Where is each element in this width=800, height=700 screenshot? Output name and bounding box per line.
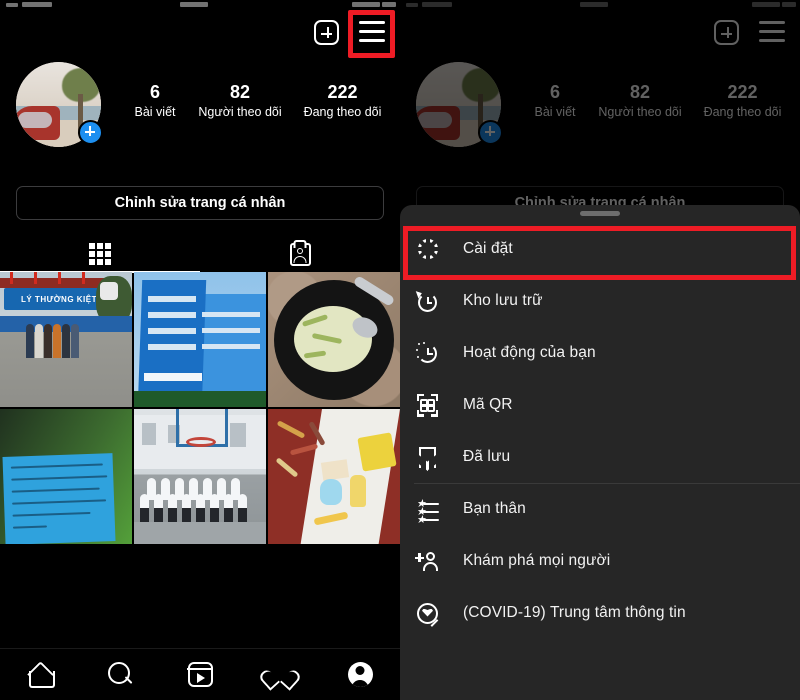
gear-icon <box>414 235 441 263</box>
bookmark-icon <box>414 444 441 471</box>
heart-icon <box>257 663 303 691</box>
photo-row <box>0 409 400 544</box>
archive-clock-icon <box>414 288 441 315</box>
photo-thumbnail[interactable] <box>268 409 400 544</box>
menu-item-label: Cài đặt <box>463 240 513 257</box>
photo-thumbnail[interactable] <box>134 272 266 407</box>
reels-icon <box>187 662 213 687</box>
nav-reels[interactable] <box>160 649 240 700</box>
home-icon <box>28 663 55 688</box>
discover-people-icon <box>414 548 441 575</box>
photo-thumbnail[interactable] <box>134 409 266 544</box>
menu-item-label: Mã QR <box>463 396 513 413</box>
profile-icon <box>347 662 373 687</box>
stat-posts-value: 6 <box>149 82 160 102</box>
menu-item-your-activity[interactable]: Hoạt động của bạn <box>400 327 800 379</box>
settings-bottom-sheet: Cài đặt Kho lưu trữ Hoạt động của bạn Mã… <box>400 205 800 700</box>
photo-thumbnail[interactable]: LÝ THƯỜNG KIỆT <box>0 272 132 407</box>
menu-item-covid-info[interactable]: (COVID-19) Trung tâm thông tin <box>400 587 800 639</box>
tab-grid[interactable] <box>0 238 200 270</box>
menu-item-label: Đã lưu <box>463 448 511 465</box>
menu-item-close-friends[interactable]: ★ ★ ★ Bạn thân <box>400 483 800 535</box>
stat-following[interactable]: 222 Đang theo dõi <box>290 82 395 121</box>
profile-tabs <box>0 238 400 273</box>
menu-item-label: (COVID-19) Trung tâm thông tin <box>463 604 686 621</box>
drag-handle[interactable] <box>580 211 620 216</box>
stat-posts-label: Bài viết <box>134 105 176 119</box>
edit-profile-button[interactable]: Chỉnh sửa trang cá nhân <box>16 186 384 220</box>
nav-profile[interactable] <box>320 649 400 700</box>
add-post-icon[interactable] <box>314 20 339 45</box>
status-bar <box>0 0 400 9</box>
settings-menu-list: Cài đặt Kho lưu trữ Hoạt động của bạn Mã… <box>400 223 800 639</box>
stat-followers[interactable]: 82 Người theo dõi <box>190 82 290 121</box>
stat-followers-value: 82 <box>229 82 251 102</box>
add-story-plus-icon[interactable] <box>78 120 103 145</box>
panel-menu-open: 6 Bài viết 82 Người theo dõi 222 Đang th… <box>400 0 800 700</box>
tab-tagged[interactable] <box>200 238 400 270</box>
search-icon <box>107 662 133 687</box>
close-friends-icon: ★ ★ ★ <box>414 496 441 525</box>
tagged-person-icon <box>289 242 311 266</box>
covid-info-icon <box>414 600 441 627</box>
photo-row: LÝ THƯỜNG KIỆT <box>0 272 400 407</box>
menu-item-label: Khám phá mọi người <box>463 552 611 569</box>
menu-item-archive[interactable]: Kho lưu trữ <box>400 275 800 327</box>
nav-activity[interactable] <box>240 649 320 700</box>
grid-icon <box>89 243 111 265</box>
hamburger-menu-icon[interactable] <box>359 21 385 42</box>
nav-home[interactable] <box>0 649 80 700</box>
activity-clock-icon <box>414 340 441 367</box>
qr-code-icon <box>414 392 441 419</box>
panel-profile-screen: 6 Bài viết 82 Người theo dõi 222 Đang th… <box>0 0 400 700</box>
profile-stats: 6 Bài viết 82 Người theo dõi 222 Đang th… <box>120 82 395 121</box>
stat-following-label: Đang theo dõi <box>303 105 382 119</box>
nav-search[interactable] <box>80 649 160 700</box>
stat-following-value: 222 <box>327 82 358 102</box>
menu-item-qr-code[interactable]: Mã QR <box>400 379 800 431</box>
menu-item-discover-people[interactable]: Khám phá mọi người <box>400 535 800 587</box>
photo-thumbnail[interactable] <box>268 272 400 407</box>
stat-followers-label: Người theo dõi <box>198 105 282 119</box>
screenshot-stage: 6 Bài viết 82 Người theo dõi 222 Đang th… <box>0 0 800 700</box>
stat-posts[interactable]: 6 Bài viết <box>120 82 190 121</box>
menu-item-saved[interactable]: Đã lưu <box>400 431 800 483</box>
menu-item-label: Kho lưu trữ <box>463 292 543 309</box>
menu-item-settings[interactable]: Cài đặt <box>400 223 800 275</box>
menu-item-label: Hoạt động của bạn <box>463 344 596 361</box>
bottom-navigation-bar <box>0 648 400 700</box>
menu-item-label: Bạn thân <box>463 500 526 517</box>
photo-grid: LÝ THƯỜNG KIỆT <box>0 272 400 546</box>
photo-thumbnail[interactable] <box>0 409 132 544</box>
